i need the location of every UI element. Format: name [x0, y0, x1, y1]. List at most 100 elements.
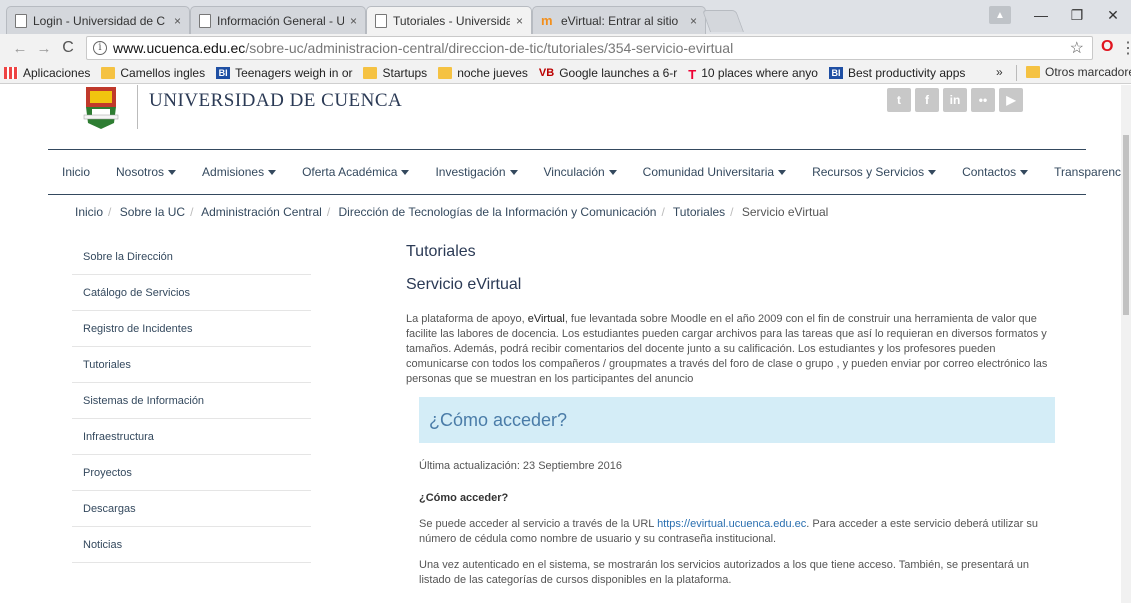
breadcrumb-separator: / [190, 205, 194, 219]
bookmarks-more-button[interactable]: » [996, 65, 1003, 79]
close-icon[interactable]: × [690, 14, 697, 28]
caret-down-icon [928, 170, 937, 175]
accordion-header[interactable]: ¿Cómo acceder? [419, 397, 1055, 443]
nav-item-vinculacion[interactable]: Vinculación [544, 165, 617, 179]
info-icon[interactable]: i [93, 41, 107, 55]
nav-label: Admisiones [202, 165, 265, 179]
caret-down-icon [268, 170, 277, 175]
sidebar-item-noticias[interactable]: Noticias [72, 527, 311, 563]
bookmark-label: Google launches a 6-r [559, 65, 678, 80]
bookmark-item[interactable]: VB Google launches a 6-r [539, 66, 677, 80]
folder-icon [1026, 66, 1040, 78]
breadcrumb-link[interactable]: Inicio [75, 205, 103, 219]
linkedin-icon[interactable]: in [943, 88, 967, 112]
address-bar[interactable]: i www.ucuenca.edu.ec/sobre-uc/administra… [86, 36, 1093, 60]
site-title[interactable]: UNIVERSIDAD DE CUENCA [149, 90, 402, 112]
sidebar-item-infraestructura[interactable]: Infraestructura [72, 419, 311, 455]
opera-icon[interactable]: O [1101, 38, 1113, 56]
bookmark-item[interactable]: Aplicaciones [4, 66, 90, 80]
intro-text: La plataforma de apoyo, [406, 313, 528, 325]
breadcrumb-link[interactable]: Tutoriales [673, 205, 725, 219]
bookmark-label: 10 places where anyo [701, 65, 818, 80]
nav-label: Inicio [62, 165, 91, 179]
nav-item-admisiones[interactable]: Admisiones [202, 165, 277, 179]
youtube-icon[interactable]: ▶ [999, 88, 1023, 112]
apps-icon [4, 66, 18, 79]
nav-item-oferta-academica[interactable]: Oferta Académica [302, 165, 410, 179]
user-profile-icon[interactable]: ▲ [989, 6, 1011, 24]
forward-icon[interactable]: → [32, 40, 56, 57]
bi-icon: BI [828, 66, 843, 79]
caret-down-icon [401, 170, 410, 175]
facebook-icon[interactable]: f [915, 88, 939, 112]
evirtual-link[interactable]: eVirtual [528, 313, 565, 325]
browser-tab[interactable]: Información General - Ur × [190, 6, 366, 34]
scrollbar-thumb[interactable] [1123, 135, 1129, 315]
sidebar-item-sobre-la-direccion[interactable]: Sobre la Dirección [72, 239, 311, 275]
sidebar-item-tutoriales[interactable]: Tutoriales [72, 347, 311, 383]
other-bookmarks-label: Otros marcadores [1045, 65, 1131, 79]
close-window-icon[interactable]: ✕ [1095, 7, 1131, 24]
nav-label: Recursos y Servicios [812, 165, 925, 179]
browser-tab-active[interactable]: Tutoriales - Universidad × [366, 6, 532, 35]
maximize-icon[interactable]: ❐ [1059, 7, 1095, 24]
bookmark-item[interactable]: T 10 places where anyo [688, 65, 818, 82]
bookmark-label: Best productivity apps [847, 65, 966, 80]
caret-down-icon [1020, 170, 1029, 175]
nav-item-transparencia[interactable]: Transparencia [1054, 165, 1121, 179]
nav-item-recursos[interactable]: Recursos y Servicios [812, 165, 937, 179]
folder-icon [363, 66, 378, 79]
bookmark-item[interactable]: BI Best productivity apps [828, 65, 966, 80]
nav-item-investigacion[interactable]: Investigación [435, 165, 518, 179]
bookmark-star-icon[interactable]: ☆ [1070, 38, 1084, 58]
reload-icon[interactable]: C [56, 39, 80, 57]
flickr-icon[interactable]: •• [971, 88, 995, 112]
breadcrumb-link[interactable]: Sobre la UC [120, 205, 185, 219]
bookmark-item[interactable]: Camellos ingles [101, 66, 205, 80]
page-scrollbar[interactable] [1121, 85, 1131, 603]
other-bookmarks[interactable]: Otros marcadores [1026, 65, 1131, 79]
breadcrumb-link[interactable]: Dirección de Tecnologías de la Informaci… [339, 205, 657, 219]
breadcrumb-separator: / [730, 205, 734, 219]
nav-label: Comunidad Universitaria [642, 165, 775, 179]
page-viewport: UNIVERSIDAD DE CUENCA t f in •• ▶ Inicio… [0, 85, 1121, 603]
t-icon: T [688, 66, 697, 82]
menu-icon[interactable]: ⋮ [1120, 38, 1131, 58]
breadcrumb-link[interactable]: Administración Central [201, 205, 322, 219]
nav-item-inicio[interactable]: Inicio [62, 165, 90, 179]
nav-item-nosotros[interactable]: Nosotros [116, 165, 177, 179]
bookmark-item[interactable]: BI Teenagers weigh in or [216, 66, 352, 80]
nav-item-comunidad[interactable]: Comunidad Universitaria [642, 165, 787, 179]
nav-item-contactos[interactable]: Contactos [962, 165, 1029, 179]
article-title: Servicio eVirtual [406, 276, 522, 293]
minimize-icon[interactable]: — [1023, 7, 1059, 23]
close-icon[interactable]: × [516, 14, 523, 28]
twitter-icon[interactable]: t [887, 88, 911, 112]
close-icon[interactable]: × [174, 14, 181, 28]
main-content: Tutoriales Servicio eVirtual La platafor… [406, 243, 1056, 588]
bookmark-item[interactable]: noche jueves [438, 66, 528, 80]
sidebar-item-descargas[interactable]: Descargas [72, 491, 311, 527]
sidebar-menu: Sobre la Dirección Catálogo de Servicios… [72, 239, 311, 563]
university-crest-icon[interactable] [80, 85, 122, 131]
bookmarks-bar: Aplicaciones Camellos ingles BI Teenagers… [0, 62, 1131, 84]
evirtual-url-link[interactable]: https://evirtual.ucuenca.edu.ec [657, 518, 806, 530]
bookmark-label: Teenagers weigh in or [235, 65, 353, 80]
last-updated: Última actualización: 23 Septiembre 2016 [419, 460, 623, 472]
vb-icon: VB [538, 66, 555, 79]
sidebar-item-sistemas[interactable]: Sistemas de Información [72, 383, 311, 419]
new-tab-button[interactable] [701, 10, 745, 32]
sidebar-item-proyectos[interactable]: Proyectos [72, 455, 311, 491]
sidebar-item-catalogo[interactable]: Catálogo de Servicios [72, 275, 311, 311]
auth-paragraph: Una vez autenticado en el sistema, se mo… [419, 559, 1030, 586]
close-icon[interactable]: × [350, 14, 357, 28]
page-icon [199, 13, 211, 28]
breadcrumb-separator: / [661, 205, 665, 219]
bookmark-item[interactable]: Startups [363, 66, 427, 80]
browser-tab[interactable]: m eVirtual: Entrar al sitio × [532, 6, 706, 34]
logo-divider [137, 85, 138, 129]
sidebar-item-incidentes[interactable]: Registro de Incidentes [72, 311, 311, 347]
back-icon[interactable]: ← [8, 40, 32, 57]
browser-tab[interactable]: Login - Universidad de C × [6, 6, 190, 34]
bookmark-label: noche jueves [457, 65, 528, 80]
